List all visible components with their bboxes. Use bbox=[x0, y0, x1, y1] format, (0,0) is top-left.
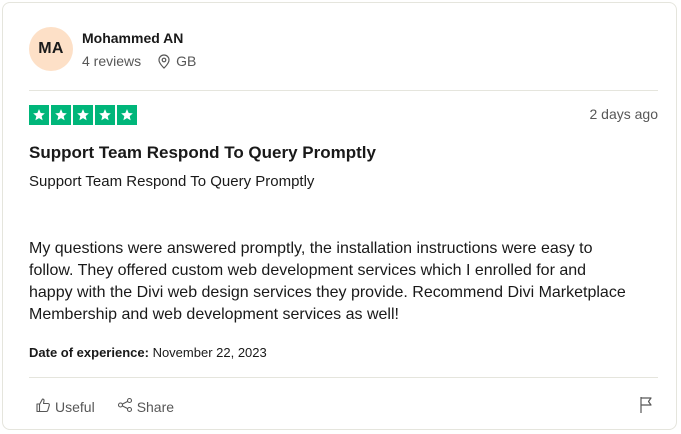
star-icon bbox=[95, 105, 115, 125]
review-title[interactable]: Support Team Respond To Query Promptly bbox=[29, 143, 376, 163]
star-icon bbox=[29, 105, 49, 125]
review-actions: Useful Share bbox=[35, 397, 196, 416]
experience-label: Date of experience: bbox=[29, 345, 149, 360]
location-pin-icon bbox=[158, 53, 170, 69]
review-subtitle: Support Team Respond To Query Promptly bbox=[29, 173, 315, 190]
share-icon bbox=[117, 397, 133, 416]
flag-icon bbox=[638, 397, 654, 418]
avatar-initials: MA bbox=[38, 40, 64, 57]
header-divider bbox=[29, 90, 658, 91]
review-date: 2 days ago bbox=[589, 106, 659, 122]
reviewer-name[interactable]: Mohammed AN bbox=[82, 30, 183, 46]
star-icon bbox=[51, 105, 71, 125]
useful-button[interactable]: Useful bbox=[35, 397, 95, 416]
star-icon bbox=[117, 105, 137, 125]
share-button[interactable]: Share bbox=[117, 397, 174, 416]
review-count: 4 reviews bbox=[82, 53, 142, 69]
star-icon bbox=[73, 105, 93, 125]
star-rating bbox=[29, 105, 137, 125]
review-card: MA Mohammed AN 4 reviews GB 2 days ago S… bbox=[2, 2, 677, 430]
avatar[interactable]: MA bbox=[29, 27, 73, 71]
share-label: Share bbox=[136, 398, 175, 415]
footer-divider bbox=[29, 377, 658, 378]
review-body: My questions were answered promptly, the… bbox=[29, 240, 626, 323]
reviewer-meta: 4 reviews GB bbox=[82, 53, 196, 69]
useful-label: Useful bbox=[55, 398, 95, 415]
thumbs-up-icon bbox=[35, 397, 51, 416]
date-of-experience: Date of experience: November 22, 2023 bbox=[29, 345, 267, 360]
reviewer-country: GB bbox=[176, 53, 197, 69]
report-flag-button[interactable] bbox=[638, 396, 654, 419]
experience-date: November 22, 2023 bbox=[152, 345, 267, 360]
